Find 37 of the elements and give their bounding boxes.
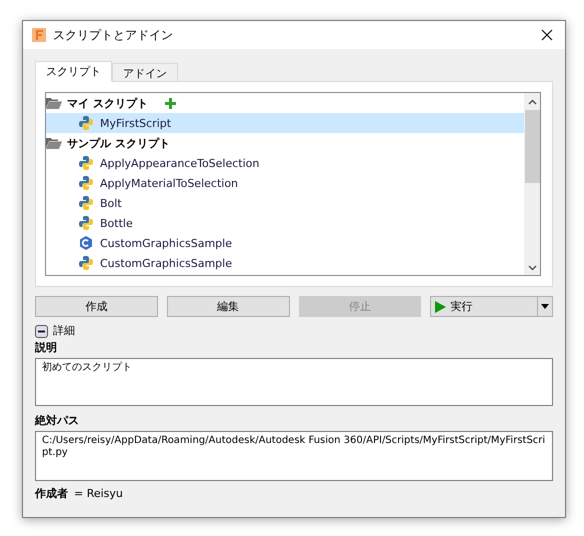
python-icon <box>78 255 94 271</box>
details-label: 詳細 <box>53 324 75 338</box>
script-item[interactable]: CustomGraphicsSample <box>100 256 232 270</box>
path-field[interactable]: C:/Users/reisy/AppData/Roaming/Autodesk/Autodesk Fusion 360/API/Scripts/MyFirstScript/MyFirstScript.py <box>35 431 553 481</box>
scroll-up-icon[interactable] <box>528 99 536 105</box>
add-icon[interactable] <box>164 98 176 108</box>
c-plus-plus-icon <box>78 235 94 251</box>
caret-icon[interactable] <box>541 304 549 309</box>
script-item[interactable]: ApplyAppearanceToSelection <box>100 156 260 170</box>
script-item[interactable]: Bottle <box>100 216 133 230</box>
script-item[interactable]: Bolt <box>100 196 122 210</box>
description-field[interactable]: 初めてのスクリプト <box>35 358 553 406</box>
action-button[interactable]: 編集 <box>166 296 290 317</box>
group-label[interactable]: サンプル スクリプト <box>67 136 170 150</box>
python-icon <box>78 195 94 211</box>
run-button[interactable]: 実行 <box>430 296 553 317</box>
scroll-down-icon[interactable] <box>528 265 536 271</box>
python-icon <box>78 115 94 131</box>
script-item[interactable]: ApplyMaterialToSelection <box>100 176 238 190</box>
python-icon <box>78 215 94 231</box>
action-button[interactable]: 作成 <box>35 296 158 317</box>
python-icon <box>78 175 94 191</box>
path-label: 絶対パス <box>35 414 80 428</box>
app-logo-icon <box>31 27 47 43</box>
play-icon <box>435 300 446 312</box>
author-label: 作成者 <box>35 487 68 501</box>
window-title: スクリプトとアドイン <box>53 26 174 44</box>
tab[interactable]: スクリプト <box>35 61 112 82</box>
script-item[interactable]: MyFirstScript <box>100 116 172 130</box>
author-value: = Reisyu <box>74 487 123 501</box>
group-label[interactable]: マイ スクリプト <box>67 96 148 110</box>
tab[interactable]: アドイン <box>112 63 178 82</box>
scrollbar-thumb[interactable] <box>524 110 540 183</box>
python-icon <box>78 155 94 171</box>
close-icon[interactable] <box>541 29 553 41</box>
description-label: 説明 <box>35 341 58 355</box>
script-item[interactable]: CustomGraphicsSample <box>100 236 232 250</box>
